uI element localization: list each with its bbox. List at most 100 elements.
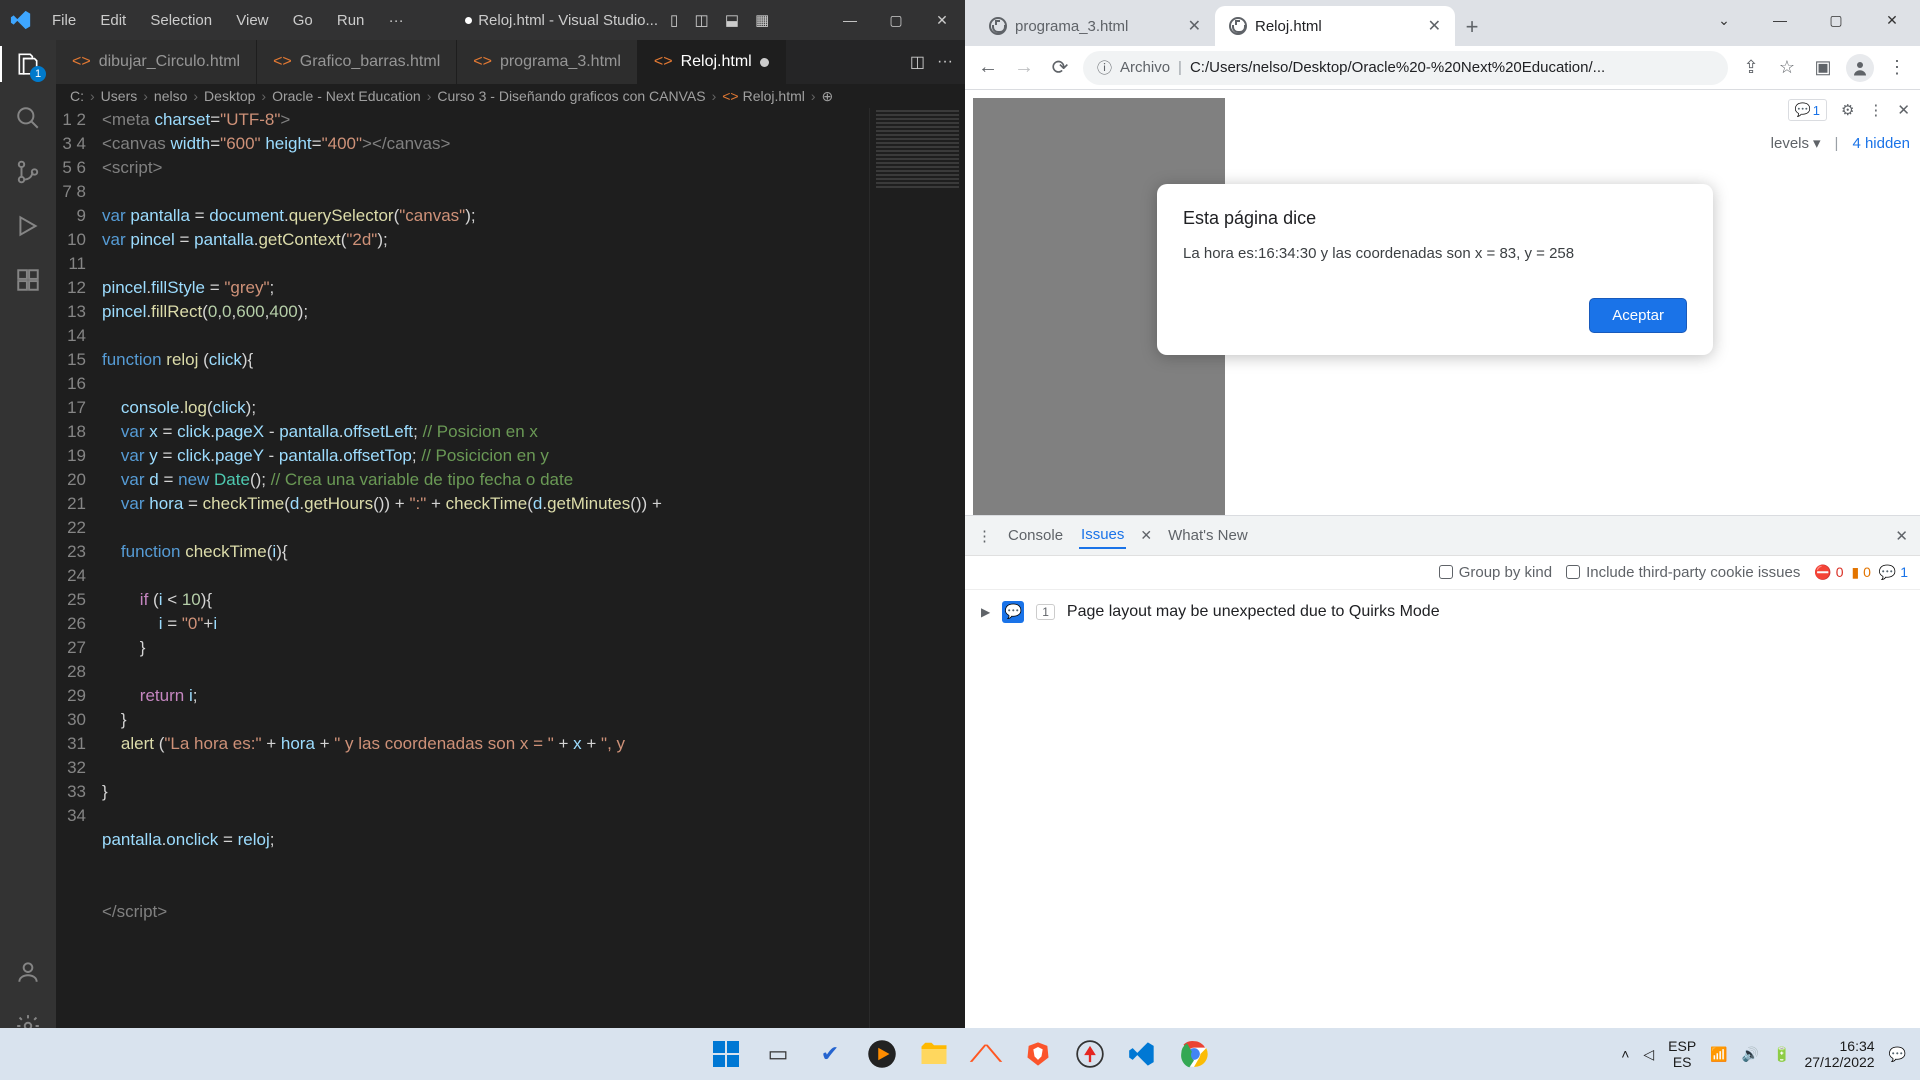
group-by-kind-checkbox[interactable]: Group by kind (1439, 564, 1552, 581)
tab-dibujar-circulo[interactable]: <>dibujar_Circulo.html (56, 40, 257, 84)
split-editor-icon[interactable]: ◫ (910, 52, 925, 72)
battery-icon[interactable]: 🔋 (1773, 1046, 1790, 1063)
devtools-tab-close-icon[interactable]: ✕ (1140, 527, 1152, 544)
chat-badge[interactable]: 💬 1 (1788, 99, 1827, 121)
chrome-tab-programa3[interactable]: programa_3.html ✕ (975, 6, 1215, 46)
new-tab-button[interactable]: + (1455, 10, 1489, 44)
split-left-icon[interactable]: ◫ (688, 12, 714, 29)
bookmark-icon[interactable]: ☆ (1774, 57, 1800, 78)
accounts-icon[interactable] (14, 958, 42, 986)
expand-icon[interactable]: ▶ (981, 605, 990, 619)
explorer-icon[interactable]: 1 (14, 50, 42, 78)
tray-overflow-icon[interactable]: ˄ (1621, 1046, 1629, 1062)
search-icon[interactable] (14, 104, 42, 132)
log-levels-dropdown[interactable]: levels ▾ (1771, 134, 1821, 152)
split-bottom-icon[interactable]: ⬓ (719, 12, 745, 29)
sidepanel-icon[interactable]: ▣ (1810, 57, 1836, 78)
run-debug-icon[interactable] (14, 212, 42, 240)
vscode-taskbar-icon[interactable] (1121, 1033, 1163, 1075)
devtools-close-panel-icon[interactable]: ✕ (1895, 527, 1908, 545)
chrome-tabsearch-icon[interactable]: ⌄ (1696, 0, 1752, 40)
layout-icons[interactable]: ▯ ◫ ⬓ ▦ (664, 11, 775, 29)
menu-edit[interactable]: Edit (90, 12, 136, 29)
reload-button[interactable]: ⟳ (1047, 55, 1073, 80)
crumb[interactable]: nelso (154, 88, 187, 104)
yandex-icon[interactable] (1069, 1033, 1111, 1075)
info-count: 💬 1 (1879, 564, 1908, 581)
breadcrumb-more-icon[interactable]: ⊕ (822, 88, 834, 105)
extensions-icon[interactable] (14, 266, 42, 294)
devtools-tab-issues[interactable]: Issues (1079, 522, 1126, 549)
tab-close-icon[interactable]: ✕ (1188, 16, 1201, 36)
minimap[interactable] (869, 108, 965, 1052)
maximize-button[interactable]: ▢ (873, 12, 919, 29)
issue-counts: ⛔ 0 ▮ 0 💬 1 (1814, 564, 1908, 581)
crumb[interactable]: Desktop (204, 88, 255, 104)
devtools-more-icon[interactable]: ⋮ (1868, 101, 1883, 119)
notifications-tray-icon[interactable]: 💬 (1889, 1046, 1906, 1063)
alert-accept-button[interactable]: Aceptar (1589, 298, 1687, 333)
back-button[interactable]: ← (975, 56, 1001, 79)
volume-icon[interactable]: 🔊 (1742, 1046, 1759, 1063)
code-content[interactable]: <meta charset="UTF-8"> <canvas width="60… (102, 108, 869, 1052)
crumb[interactable]: Oracle - Next Education (272, 88, 421, 104)
close-button[interactable]: ✕ (919, 12, 965, 29)
crumb[interactable]: C: (70, 88, 84, 104)
location-icon[interactable]: ◁ (1643, 1046, 1654, 1063)
menu-file[interactable]: File (42, 12, 86, 29)
forward-button[interactable]: → (1011, 56, 1037, 79)
menu-run[interactable]: Run (327, 12, 375, 29)
toggle-panel-icon[interactable]: ▯ (664, 12, 684, 29)
menu-view[interactable]: View (226, 12, 278, 29)
devtools-settings-icon[interactable]: ⚙ (1841, 101, 1854, 119)
tab-reloj[interactable]: <>Reloj.html (638, 40, 786, 84)
language-indicator[interactable]: ESPES (1668, 1038, 1696, 1070)
chrome-taskbar-icon[interactable] (1173, 1033, 1215, 1075)
task-view-icon[interactable]: ▭ (757, 1033, 799, 1075)
tab-programa-3[interactable]: <>programa_3.html (457, 40, 638, 84)
devtools-menu-icon[interactable]: ⋮ (977, 527, 992, 545)
chrome-close-button[interactable]: ✕ (1864, 0, 1920, 40)
info-icon[interactable]: ⓘ (1097, 57, 1112, 78)
app-icon-1[interactable]: ⟋⟍ (965, 1033, 1007, 1075)
tab-label: Grafico_barras.html (300, 53, 441, 71)
brave-icon[interactable] (1017, 1033, 1059, 1075)
chrome-tabstrip: programa_3.html ✕ Reloj.html ✕ + ⌄ — ▢ ✕ (965, 0, 1920, 46)
hidden-count[interactable]: 4 hidden (1852, 135, 1910, 152)
crumb[interactable]: Curso 3 - Diseñando graficos con CANVAS (437, 88, 705, 104)
menu-selection[interactable]: Selection (140, 12, 222, 29)
menu-more[interactable]: ··· (379, 12, 414, 29)
issue-row[interactable]: ▶ 💬 1 Page layout may be unexpected due … (965, 589, 1920, 633)
clock[interactable]: 16:3427/12/2022 (1804, 1038, 1874, 1070)
crumb[interactable]: Reloj.html (743, 88, 805, 104)
tab-close-icon[interactable]: ✕ (1428, 16, 1441, 36)
chrome-tab-reloj[interactable]: Reloj.html ✕ (1215, 6, 1455, 46)
breadcrumbs[interactable]: C:› Users› nelso› Desktop› Oracle - Next… (56, 84, 965, 108)
globe-icon (989, 17, 1007, 35)
chrome-minimize-button[interactable]: — (1752, 0, 1808, 40)
menu-go[interactable]: Go (283, 12, 323, 29)
tab-grafico-barras[interactable]: <>Grafico_barras.html (257, 40, 457, 84)
file-explorer-icon[interactable] (913, 1033, 955, 1075)
layout-grid-icon[interactable]: ▦ (749, 12, 775, 29)
globe-icon (1229, 17, 1247, 35)
chrome-maximize-button[interactable]: ▢ (1808, 0, 1864, 40)
devtools-tab-console[interactable]: Console (1006, 523, 1065, 548)
more-actions-icon[interactable]: ··· (937, 53, 953, 71)
start-button[interactable] (705, 1033, 747, 1075)
minimize-button[interactable]: — (827, 12, 873, 29)
wifi-icon[interactable]: 📶 (1710, 1046, 1727, 1063)
todo-app-icon[interactable]: ✔ (809, 1033, 851, 1075)
tab-actions: ◫ ··· (898, 40, 965, 84)
devtools-tab-whatsnew[interactable]: What's New (1166, 523, 1250, 548)
share-icon[interactable]: ⇪ (1738, 57, 1764, 78)
profile-avatar[interactable] (1846, 54, 1874, 82)
chrome-menu-icon[interactable]: ⋮ (1884, 57, 1910, 78)
media-player-icon[interactable] (861, 1033, 903, 1075)
third-party-cookies-checkbox[interactable]: Include third-party cookie issues (1566, 564, 1800, 581)
source-control-icon[interactable] (14, 158, 42, 186)
code-editor[interactable]: 1 2 3 4 5 6 7 8 9 10 11 12 13 14 15 16 1… (56, 108, 965, 1052)
address-bar[interactable]: ⓘ Archivo | C:/Users/nelso/Desktop/Oracl… (1083, 51, 1728, 85)
devtools-close-icon[interactable]: ✕ (1897, 101, 1910, 119)
crumb[interactable]: Users (101, 88, 138, 104)
